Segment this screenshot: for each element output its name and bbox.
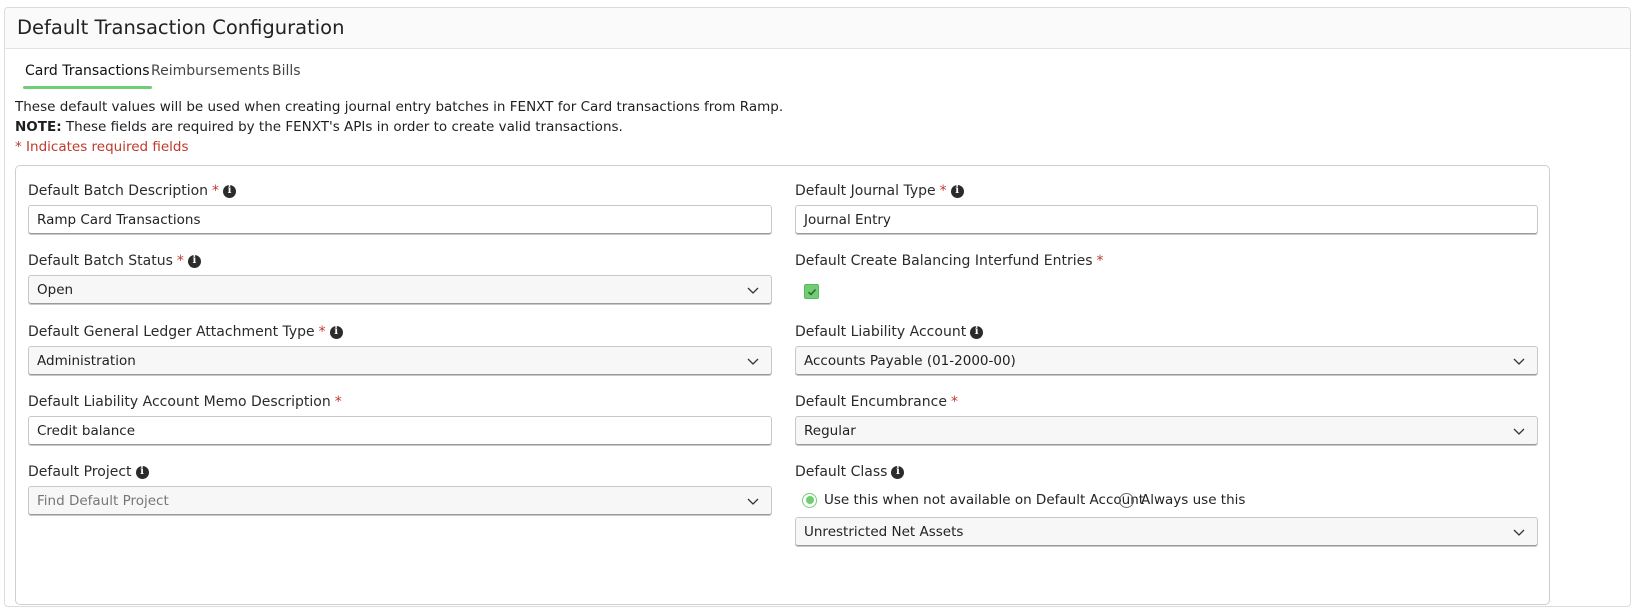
gl-attachment-type-select[interactable]: Administration	[28, 346, 772, 376]
intro-description: These default values will be used when c…	[15, 99, 784, 115]
required-marker: *	[334, 394, 342, 410]
journal-type-label: Default Journal Type * i	[795, 183, 964, 199]
required-marker: *	[212, 183, 220, 199]
batch-description-label: Default Batch Description * i	[28, 183, 237, 199]
required-marker: *	[318, 324, 326, 340]
gl-attachment-type-label: Default General Ledger Attachment Type * i	[28, 324, 343, 340]
intro-note: NOTE: These fields are required by the F…	[15, 119, 623, 135]
info-icon[interactable]: i	[187, 254, 201, 268]
info-icon[interactable]: i	[135, 465, 149, 479]
info-icon[interactable]: i	[970, 325, 984, 339]
class-select[interactable]: Unrestricted Net Assets	[795, 517, 1538, 547]
class-option-always[interactable]: Always use this	[1119, 492, 1245, 508]
required-marker: *	[176, 253, 184, 269]
batch-status-label: Default Batch Status * i	[28, 253, 201, 269]
liability-memo-input[interactable]: Credit balance	[28, 416, 772, 446]
page-title: Default Transaction Configuration	[17, 16, 345, 39]
chevron-down-icon	[1513, 358, 1525, 365]
chevron-down-icon	[747, 358, 759, 365]
required-fields-note: * Indicates required fields	[15, 139, 189, 155]
info-icon[interactable]: i	[223, 184, 237, 198]
journal-type-input[interactable]: Journal Entry	[795, 205, 1538, 235]
checkmark-icon	[807, 288, 816, 295]
chevron-down-icon	[1513, 428, 1525, 435]
info-icon[interactable]: i	[891, 465, 905, 479]
balancing-entries-checkbox[interactable]	[804, 284, 819, 299]
note-text: These fields are required by the FENXT's…	[61, 119, 623, 135]
liability-account-label: Default Liability Account i	[795, 324, 984, 340]
required-marker: *	[939, 183, 947, 199]
class-option-default-account[interactable]: Use this when not available on Default A…	[802, 492, 1144, 508]
radio-unselected[interactable]	[1119, 492, 1134, 508]
encumbrance-label: Default Encumbrance *	[795, 394, 958, 410]
encumbrance-select[interactable]: Regular	[795, 416, 1538, 446]
tab-card-transactions[interactable]: Card Transactions	[23, 53, 152, 89]
batch-status-select[interactable]: Open	[28, 275, 772, 305]
tab-bills[interactable]: Bills	[272, 53, 301, 89]
liability-account-select[interactable]: Accounts Payable (01-2000-00)	[795, 346, 1538, 376]
balancing-entries-label: Default Create Balancing Interfund Entri…	[795, 253, 1104, 269]
panel-header: Default Transaction Configuration	[5, 8, 1630, 49]
required-marker: *	[950, 394, 958, 410]
tab-reimbursements[interactable]: Reimbursements	[151, 53, 270, 89]
liability-memo-label: Default Liability Account Memo Descripti…	[28, 394, 342, 410]
project-label: Default Project i	[28, 464, 149, 480]
chevron-down-icon	[1513, 529, 1525, 536]
chevron-down-icon	[747, 287, 759, 294]
required-marker: *	[1096, 253, 1104, 269]
chevron-down-icon	[747, 498, 759, 505]
note-label: NOTE:	[15, 119, 62, 135]
radio-selected[interactable]	[802, 492, 817, 508]
batch-description-input[interactable]: Ramp Card Transactions	[28, 205, 772, 235]
class-label: Default Class i	[795, 464, 905, 480]
project-select[interactable]: Find Default Project	[28, 486, 772, 516]
info-icon[interactable]: i	[950, 184, 964, 198]
info-icon[interactable]: i	[329, 325, 343, 339]
